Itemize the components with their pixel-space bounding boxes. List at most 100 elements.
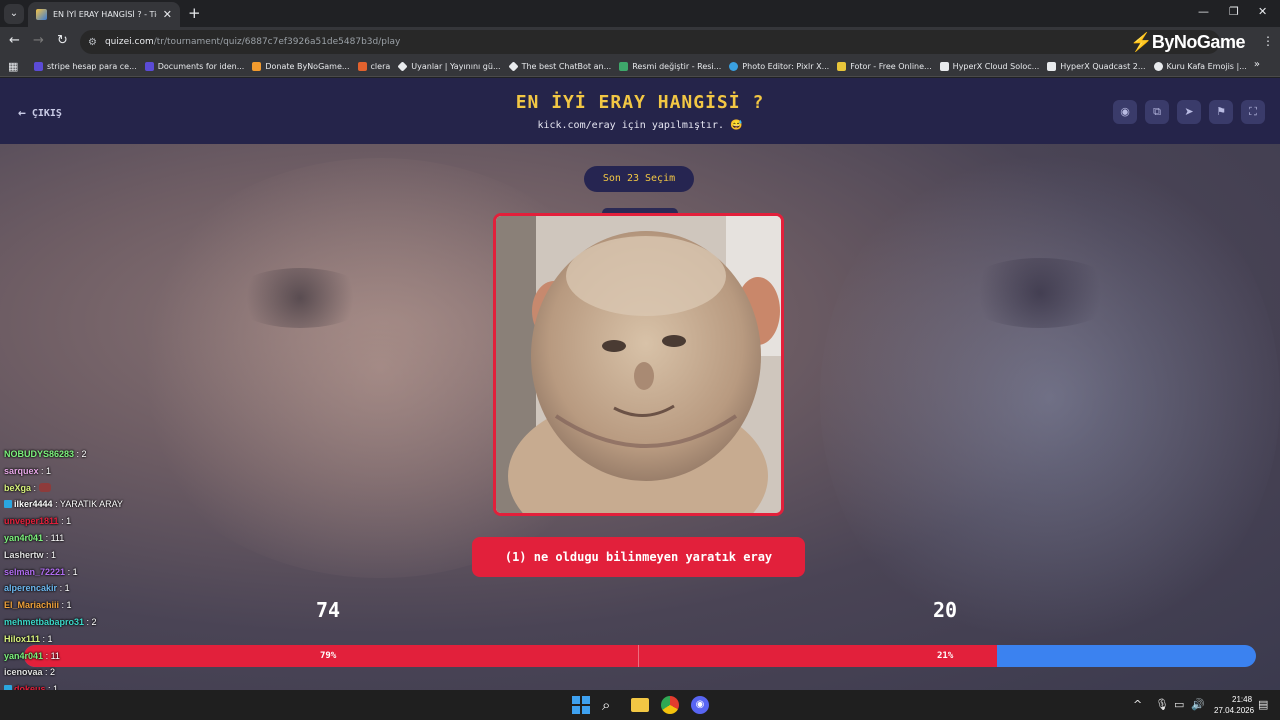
chat-username[interactable]: yan4r041 [4,533,43,543]
left-vote-count: 74 [316,598,341,622]
browser-menu-icon[interactable]: ⋮ [1262,34,1274,48]
site-favicon-icon [36,9,47,20]
chat-text: : 2 [76,449,87,459]
chat-username[interactable]: yan4r041 [4,651,43,661]
chat-username[interactable]: alperencakir [4,583,57,593]
notifications-icon[interactable]: ▤ [1258,698,1268,711]
flag-icon[interactable]: ⚑ [1209,100,1233,124]
chat-username[interactable]: El_Mariachiii [4,600,59,610]
chat-message: Lashertw : 1 [4,547,224,564]
share-icon[interactable]: ⧉ [1145,100,1169,124]
choice-image-card[interactable] [493,213,784,516]
eye-icon[interactable]: ◉ [1113,100,1137,124]
chat-username[interactable]: Hilox111 [4,634,40,644]
chat-username[interactable]: NOBUDYS86283 [4,449,74,459]
bookmark-item[interactable]: Fotor - Free Online... [837,62,932,71]
bookmark-item[interactable]: clera [357,62,390,71]
bynogame-extension-logo[interactable]: ⚡ByNoGame [1130,32,1245,53]
apps-grid-icon[interactable]: ▦ [8,60,26,73]
start-menu-icon[interactable] [572,696,590,714]
close-window-icon[interactable]: ✕ [1258,5,1267,18]
chat-message: yan4r041 : 11 [4,648,224,665]
chat-username[interactable]: mehmetbabapro31 [4,617,84,627]
new-tab-button[interactable]: + [188,4,201,22]
quiz-title: EN İYİ ERAY HANGİSİ ? [515,92,765,113]
quiz-subtitle: kick.com/eray için yapılmıştır. 😅 [537,120,743,131]
clock-date[interactable]: 27.04.2026 [1214,706,1254,715]
chat-message: yan4r041 : 111 [4,530,224,547]
forward-icon[interactable]: → [33,33,44,49]
bookmark-item[interactable]: Resmi değiştir - Resi... [619,62,721,71]
bookmark-item[interactable]: Photo Editor: Pixlr X... [729,62,829,71]
chat-text: : 1 [42,633,53,644]
chat-username[interactable]: sarquex [4,466,39,476]
chat-message: dokeus : 1 [4,681,224,690]
chat-username[interactable]: icenovaa [4,667,43,677]
chrome-icon[interactable] [661,696,679,714]
bookmarks-bar: ▦ stripe hesap para ce... Documents for … [0,57,1280,77]
chat-text: : 1 [59,583,70,594]
chat-message: beXga : [4,480,224,497]
chat-username[interactable]: beXga [4,483,31,493]
bookmark-item[interactable]: The best ChatBot an... [507,61,611,72]
left-percent-label: 79% [320,651,337,661]
tab-search-button[interactable]: ⌄ [4,4,24,24]
chat-text: : 2 [86,616,97,627]
chat-username[interactable]: unveper1811 [4,516,59,526]
chat-text: : 1 [61,516,72,527]
chat-message: Hilox111 : 1 [4,631,224,648]
chat-message: unveper1811 : 1 [4,513,224,530]
back-icon[interactable]: ← [9,33,20,49]
chat-message: sarquex : 1 [4,463,224,480]
minimize-icon[interactable]: — [1198,5,1209,18]
recent-choices-badge[interactable]: Son 23 Seçim [584,166,694,192]
bookmark-item[interactable]: Donate ByNoGame... [252,62,350,71]
search-icon[interactable]: ⌕ [602,696,620,714]
chat-text: : [33,482,37,493]
active-tab[interactable]: EN İYİ ERAY HANGİSİ ? - Tier Lis ✕ [28,2,180,27]
file-explorer-icon[interactable] [631,698,649,712]
chat-message: alperencakir : 1 [4,580,224,597]
chat-username[interactable]: ilker4444 [14,499,53,509]
address-bar[interactable]: ⚙ quizei.com/tr/tournament/quiz/6887c7ef… [80,30,1220,54]
bookmark-item[interactable]: Kuru Kafa Emojis |... [1153,62,1247,71]
windows-taskbar: ⌕ ◉ ^ 🎙 ▭ 🔊 21:48 27.04.2026 ▤ [0,690,1280,720]
url-text: quizei.com/tr/tournament/quiz/6887c7ef39… [104,37,401,47]
chat-message: El_Mariachiii : 1 [4,597,224,614]
chat-message: ilker4444 : YARATIK ARAY [4,496,224,513]
chat-text: : 2 [45,667,56,678]
show-hidden-icons[interactable]: ^ [1133,698,1142,711]
stream-chat-overlay: NOBUDYS86283 : 2 sarquex : 1 beXga : ilker… [4,446,224,690]
close-tab-icon[interactable]: ✕ [163,8,172,21]
right-percent-label: 21% [937,651,954,661]
volume-icon[interactable]: 🔊 [1191,698,1205,711]
chat-message: icenovaa : 2 [4,664,224,681]
quiz-page: ← ÇIKIŞ EN İYİ ERAY HANGİSİ ? kick.com/e… [0,78,1280,690]
clock-time[interactable]: 21:48 [1232,695,1252,704]
site-info-icon[interactable]: ⚙ [88,37,97,48]
choice-label[interactable]: (1) ne oldugu bilinmeyen yaratık eray [472,537,805,577]
maximize-icon[interactable]: ❐ [1229,5,1239,18]
chat-message: mehmetbabapro31 : 2 [4,614,224,631]
reload-icon[interactable]: ↻ [57,33,68,49]
microphone-icon[interactable]: 🎙 [1155,698,1169,711]
bookmark-item[interactable]: Uyanlar | Yayınını gü... [397,61,501,72]
chat-username[interactable]: Lashertw [4,550,44,560]
chat-text: : 111 [45,532,65,543]
creature-photo [496,216,781,513]
bookmark-item[interactable]: Documents for iden... [144,62,244,71]
network-icon[interactable]: ▭ [1174,698,1184,711]
chat-emote-icon [38,482,51,492]
fullscreen-icon[interactable]: ⛶ [1241,100,1265,124]
bookmark-item[interactable]: HyperX Quadcast 2... [1047,62,1146,71]
chat-message: selman_72221 : 1 [4,564,224,581]
bookmark-item[interactable]: stripe hesap para ce... [34,62,137,71]
send-icon[interactable]: ➤ [1177,100,1201,124]
kick-badge-icon [4,500,12,509]
chat-message: NOBUDYS86283 : 2 [4,446,224,463]
chat-username[interactable]: selman_72221 [4,567,65,577]
more-bookmarks-icon[interactable]: » [1254,59,1260,70]
bookmark-item[interactable]: HyperX Cloud Soloc... [939,62,1039,71]
browser-toolbar: ← → ↻ ⚙ quizei.com/tr/tournament/quiz/68… [0,27,1280,57]
discord-icon[interactable]: ◉ [691,696,709,714]
